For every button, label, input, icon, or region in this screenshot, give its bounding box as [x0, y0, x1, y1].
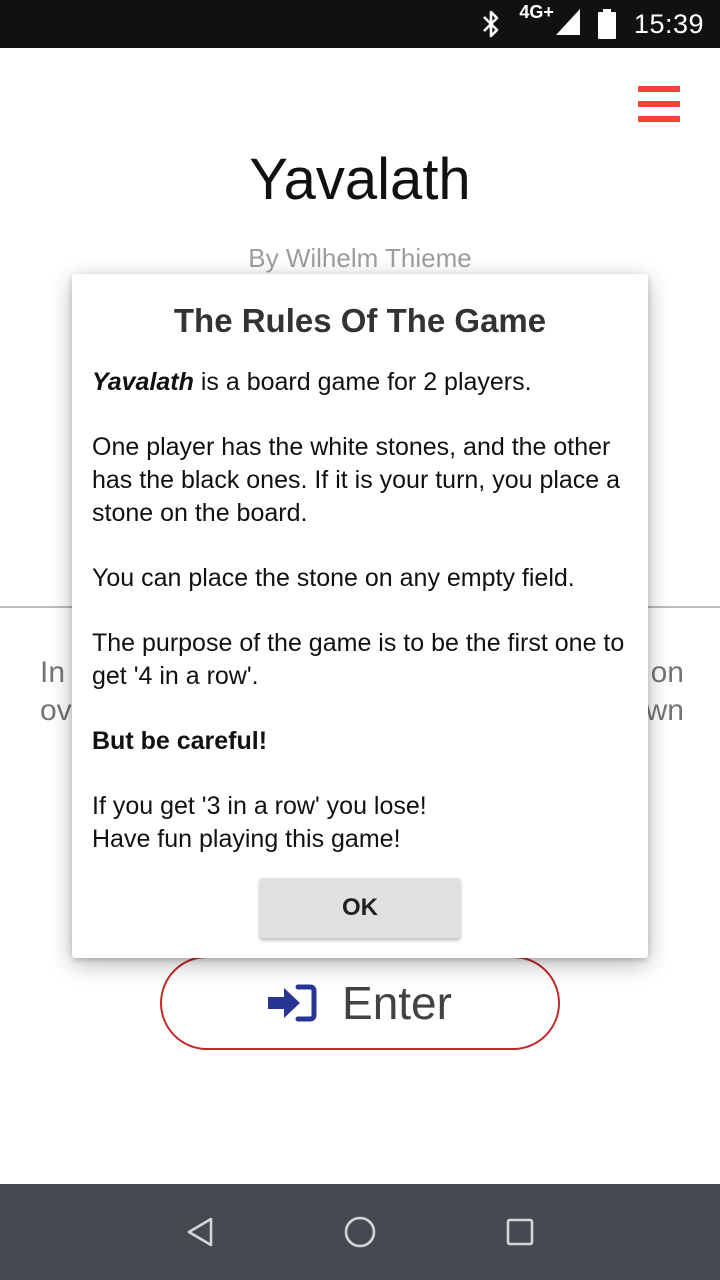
- rules-intro-text: is a board game for 2 players.: [193, 368, 532, 396]
- battery-icon: [597, 9, 616, 39]
- cellular-signal: 4G+: [519, 3, 580, 40]
- rules-have-fun: Have fun playing this game!: [92, 825, 401, 853]
- back-icon[interactable]: [170, 1202, 230, 1262]
- home-icon[interactable]: [330, 1202, 390, 1262]
- signal-icon: [555, 8, 580, 40]
- ok-button[interactable]: OK: [260, 878, 460, 938]
- dialog-body: Yavalath is a board game for 2 players. …: [92, 366, 632, 856]
- rules-lose: If you get '3 in a row' you lose!: [92, 792, 427, 820]
- rules-dialog: The Rules Of The Game Yavalath is a boar…: [72, 274, 648, 958]
- rules-placement: You can place the stone on any empty fie…: [92, 564, 575, 592]
- rules-warning-text: But be careful!: [92, 727, 268, 755]
- rules-goal: The purpose of the game is to be the fir…: [92, 629, 625, 690]
- recents-icon[interactable]: [490, 1202, 550, 1262]
- network-type-label: 4G+: [519, 1, 554, 22]
- rules-warning: But be careful!: [92, 725, 632, 758]
- dialog-title: The Rules Of The Game: [173, 302, 547, 339]
- bluetooth-icon: [481, 9, 501, 39]
- clock: 15:39: [633, 8, 704, 39]
- rules-intro: Yavalath is a board game for 2 players.: [92, 366, 632, 399]
- navigation-bar: [0, 1184, 720, 1280]
- game-name: Yavalath: [92, 368, 194, 396]
- status-bar: 4G+ 15:39: [0, 0, 720, 48]
- rules-players: One player has the white stones, and the…: [92, 433, 621, 527]
